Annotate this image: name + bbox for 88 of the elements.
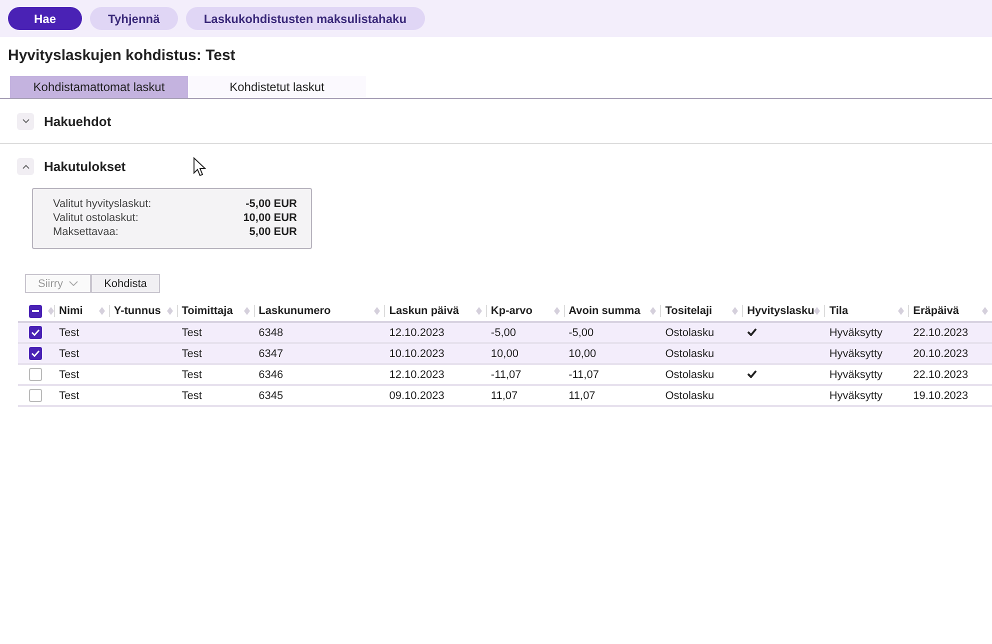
collapse-button[interactable] <box>17 158 34 174</box>
table-cell: -11,07 <box>568 368 599 380</box>
table-cell: 22.10.2023 <box>913 368 968 380</box>
column-header[interactable]: Nimi <box>59 305 83 317</box>
sort-icon[interactable] <box>982 307 988 315</box>
toolbar-button[interactable]: Tyhjennä <box>90 7 178 30</box>
table-cell: 10,00 <box>490 348 518 360</box>
column-header[interactable]: Laskunumero <box>258 305 331 317</box>
table-cell: 10.10.2023 <box>389 348 444 360</box>
chevron-down-icon <box>69 281 78 286</box>
table-cell: Test <box>59 390 80 402</box>
table-cell: 6348 <box>258 326 284 338</box>
tab[interactable]: Kohdistamattomat laskut <box>10 76 188 98</box>
column-header[interactable]: Laskun päivä <box>389 305 459 317</box>
table-cell: 22.10.2023 <box>913 326 968 338</box>
expand-button[interactable] <box>17 112 34 130</box>
table-cell: Ostolasku <box>665 368 714 380</box>
column-header[interactable]: Avoin summa <box>568 305 640 317</box>
table-cell: Test <box>182 368 202 380</box>
column-header[interactable]: Kp-arvo <box>490 305 532 317</box>
table-cell: 12.10.2023 <box>389 326 444 338</box>
table-cell: 09.10.2023 <box>389 390 444 402</box>
table-cell: Ostolasku <box>665 348 714 360</box>
select-all-checkbox[interactable] <box>29 304 42 318</box>
row-checkbox[interactable] <box>29 368 42 381</box>
summary-value: 5,00 EUR <box>248 226 297 238</box>
column-header[interactable]: Tositelaji <box>665 305 712 317</box>
check-icon <box>31 350 40 357</box>
table-cell: 6346 <box>258 368 284 380</box>
sort-icon[interactable] <box>732 307 738 315</box>
search-button[interactable]: Hae <box>8 7 82 30</box>
allocate-button[interactable]: Kohdista <box>91 274 160 293</box>
sort-icon[interactable] <box>166 307 173 315</box>
sort-icon[interactable] <box>98 307 105 315</box>
table-cell: 20.10.2023 <box>913 348 968 360</box>
sort-icon[interactable] <box>814 307 820 315</box>
table-cell: 11,07 <box>568 390 596 402</box>
table-cell: 6345 <box>258 390 284 402</box>
column-header[interactable]: Y-tunnus <box>114 305 161 317</box>
sort-icon[interactable] <box>476 307 482 315</box>
table-cell: Hyväksytty <box>829 326 883 338</box>
summary-label: Maksettavaa: <box>53 226 120 238</box>
summary-value: -5,00 EUR <box>244 198 297 210</box>
check-icon <box>31 329 40 336</box>
row-checkbox[interactable] <box>29 347 42 360</box>
row-checkbox[interactable] <box>29 389 42 402</box>
table-cell: -5,00 <box>568 326 594 338</box>
summary-label: Valitut ostolaskut: <box>53 212 140 224</box>
table-cell: 6347 <box>258 348 284 360</box>
table-cell: 12.10.2023 <box>389 368 444 380</box>
table-cell: Ostolasku <box>665 326 714 338</box>
minus-icon <box>32 310 39 312</box>
row-checkbox[interactable] <box>29 326 42 339</box>
column-header[interactable]: Hyvityslasku <box>747 305 814 317</box>
table-cell: -5,00 <box>490 326 516 338</box>
chevron-up-icon <box>22 164 30 168</box>
table-cell: Ostolasku <box>665 390 714 402</box>
table-cell: Test <box>182 326 202 338</box>
mouse-pointer-icon <box>193 157 206 177</box>
column-header[interactable]: Tila <box>829 305 848 317</box>
table-cell: Test <box>182 390 202 402</box>
summary-label: Valitut hyvityslaskut: <box>53 198 152 210</box>
table-cell: Hyväksytty <box>829 368 883 380</box>
sort-icon[interactable] <box>374 307 380 315</box>
sort-icon[interactable] <box>244 307 250 315</box>
toolbar-button[interactable]: Laskukohdistusten maksulistahaku <box>186 7 425 30</box>
table-cell: 10,00 <box>568 348 596 360</box>
table-cell: 11,07 <box>490 390 518 402</box>
table-cell: -11,07 <box>490 368 522 380</box>
sort-icon[interactable] <box>650 307 656 315</box>
summary-value: 10,00 EUR <box>243 212 297 224</box>
table-cell: Test <box>182 348 202 360</box>
sort-icon[interactable] <box>898 307 904 315</box>
table-cell: Hyväksytty <box>829 348 883 360</box>
chevron-down-icon <box>22 118 30 124</box>
table-cell: Test <box>59 326 80 338</box>
sort-icon[interactable] <box>48 307 54 315</box>
page-title: Hyvityslaskujen kohdistus: Test <box>8 47 236 64</box>
section-title: Hakutulokset <box>44 158 126 174</box>
table-cell: Test <box>59 348 80 360</box>
sort-icon[interactable] <box>554 307 560 315</box>
table-cell: Hyväksytty <box>829 390 883 402</box>
table-cell: Test <box>59 368 80 380</box>
table-cell: 19.10.2023 <box>913 390 968 402</box>
column-header[interactable]: Toimittaja <box>182 305 233 317</box>
section-title: Hakuehdot <box>44 114 112 128</box>
tab[interactable]: Kohdistetut laskut <box>188 76 366 98</box>
column-header[interactable]: Eräpäivä <box>913 305 959 317</box>
